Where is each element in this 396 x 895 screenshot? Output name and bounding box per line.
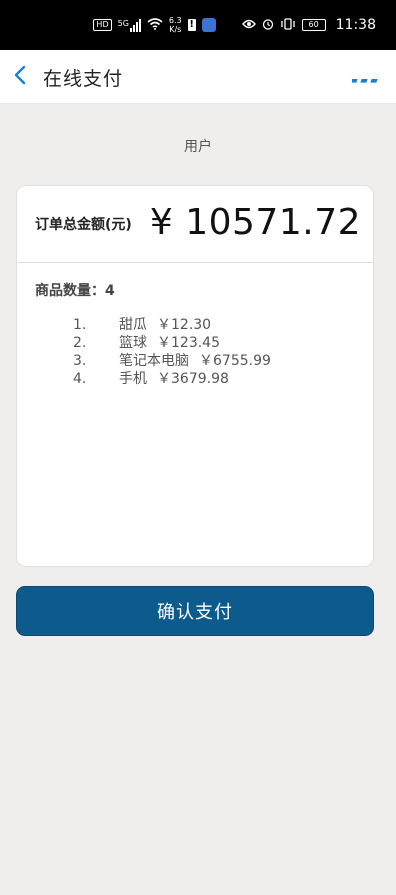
item-price: ￥123.45: [157, 335, 220, 351]
item-price: ￥3679.98: [157, 371, 229, 387]
signal-icon: 5G: [117, 18, 141, 32]
status-time: 11:38: [335, 17, 376, 33]
more-button[interactable]: [350, 66, 380, 90]
item-name: 手机: [119, 371, 147, 387]
vibrate-icon: [280, 17, 296, 33]
user-label: 用户: [184, 139, 212, 155]
hd-indicator: HD: [93, 19, 112, 31]
list-item: 3. 笔记本电脑 ￥6755.99: [73, 352, 271, 370]
chevron-left-icon: [13, 65, 27, 89]
wifi-icon: [147, 17, 163, 33]
alarm-icon: [262, 18, 274, 33]
quantity-label: 商品数量：: [35, 283, 105, 299]
page-title: 在线支付: [43, 68, 124, 90]
list-item: 2. 篮球 ￥123.45: [73, 334, 271, 352]
confirm-payment-button[interactable]: 确认支付: [16, 586, 374, 636]
eye-icon: [241, 18, 256, 32]
order-card: 订单总金额(元) ¥ 10571.72 商品数量：4 1. 甜瓜 ￥12.30 …: [16, 185, 374, 567]
total-amount: ¥ 10571.72: [149, 202, 361, 243]
status-bar: HD 5G 6.3 K/s ! 60 11:38: [0, 0, 396, 50]
item-price: ￥12.30: [157, 317, 212, 333]
quantity-row: 商品数量：4: [35, 280, 115, 300]
item-number: 4.: [73, 371, 87, 387]
list-item: 4. 手机 ￥3679.98: [73, 370, 271, 388]
list-item: 1. 甜瓜 ￥12.30: [73, 316, 271, 334]
divider: [17, 262, 373, 263]
back-button[interactable]: [8, 62, 32, 92]
item-name: 篮球: [119, 335, 147, 351]
item-name: 甜瓜: [119, 317, 147, 333]
item-number: 1.: [73, 317, 87, 333]
alert-icon: !: [187, 19, 196, 31]
network-type: 5G: [117, 18, 129, 28]
item-name: 笔记本电脑: [119, 353, 189, 369]
quantity-value: 4: [105, 283, 115, 299]
app-notification-icon: [201, 18, 216, 32]
status-icons: HD 5G 6.3 K/s ! 60 11:38: [93, 16, 376, 34]
network-speed: 6.3 K/s: [168, 16, 182, 34]
total-label: 订单总金额(元): [35, 217, 132, 233]
app-bar: 在线支付: [0, 50, 396, 104]
item-number: 3.: [73, 353, 87, 369]
item-number: 2.: [73, 335, 87, 351]
item-list: 1. 甜瓜 ￥12.30 2. 篮球 ￥123.45 3. 笔记本电脑 ￥675…: [73, 316, 271, 388]
battery-icon: 60: [301, 19, 326, 31]
item-price: ￥6755.99: [199, 353, 271, 369]
more-dots-icon: [350, 69, 378, 88]
